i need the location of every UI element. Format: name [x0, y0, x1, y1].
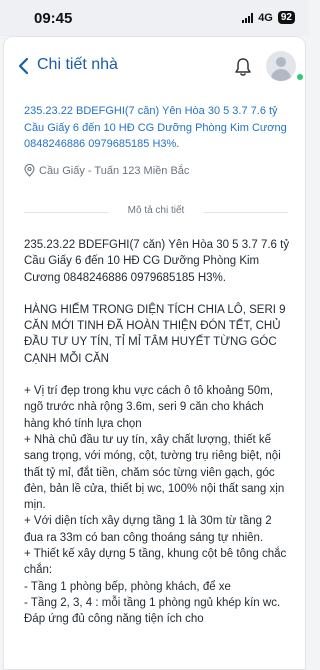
- description-bullet: + Thiết kế xây dựng 5 tầng, khung cột bê…: [24, 548, 287, 577]
- location-row: Cầu Giấy - Tuấn 123 Miền Bắc: [24, 164, 189, 177]
- location-text: Cầu Giấy - Tuấn 123 Miền Bắc: [39, 164, 190, 177]
- signal-icon: [242, 12, 254, 23]
- description-floor-line: - Tầng 2, 3, 4 : mỗi tầng 1 phòng ngủ kh…: [24, 596, 281, 626]
- divider-line: [204, 212, 288, 213]
- location-pin-icon: [24, 164, 35, 177]
- description-divider: Mô tả chi tiết: [24, 205, 288, 219]
- status-indicators: 4G 92: [242, 11, 295, 24]
- user-avatar-icon[interactable]: [266, 51, 296, 81]
- status-time: 09:45: [34, 10, 73, 27]
- description-bullet: + Vị trí đẹp trong khu vực cách ô tô kho…: [24, 385, 274, 430]
- header: Chi tiết nhà: [4, 37, 305, 95]
- battery-icon: 92: [277, 11, 295, 24]
- network-label: 4G: [258, 11, 273, 24]
- bell-icon[interactable]: [234, 57, 252, 77]
- status-bar: 09:45 4G 92: [0, 0, 309, 36]
- description-body: 235.23.22 BDEFGHI(7 căn) Yên Hòa 30 5 3.…: [24, 237, 292, 628]
- description-heading: Mô tả chi tiết: [127, 205, 185, 216]
- description-bullet: + Với diện tích xây dựng tầng 1 là 30m t…: [24, 515, 272, 544]
- description-highlight: HÀNG HIẾM TRONG DIỆN TÍCH CHIA LÔ, SERI …: [24, 303, 286, 365]
- description-paragraph: 235.23.22 BDEFGHI(7 căn) Yên Hòa 30 5 3.…: [24, 239, 290, 284]
- listing-summary-link[interactable]: 235.23.22 BDEFGHI(7 căn) Yên Hòa 30 5 3.…: [24, 103, 290, 153]
- description-bullet: + Nhà chủ đầu tư uy tín, xây chất lượng,…: [24, 433, 285, 512]
- page-title: Chi tiết nhà: [37, 56, 118, 73]
- online-status-dot: [295, 72, 305, 82]
- description-floor-line: - Tầng 1 phòng bếp, phòng khách, để xe: [24, 580, 231, 593]
- house-detail-sheet: Chi tiết nhà 235.23.22 BDEFGHI(7 căn) Yê…: [3, 36, 306, 670]
- chevron-left-icon[interactable]: [16, 56, 32, 76]
